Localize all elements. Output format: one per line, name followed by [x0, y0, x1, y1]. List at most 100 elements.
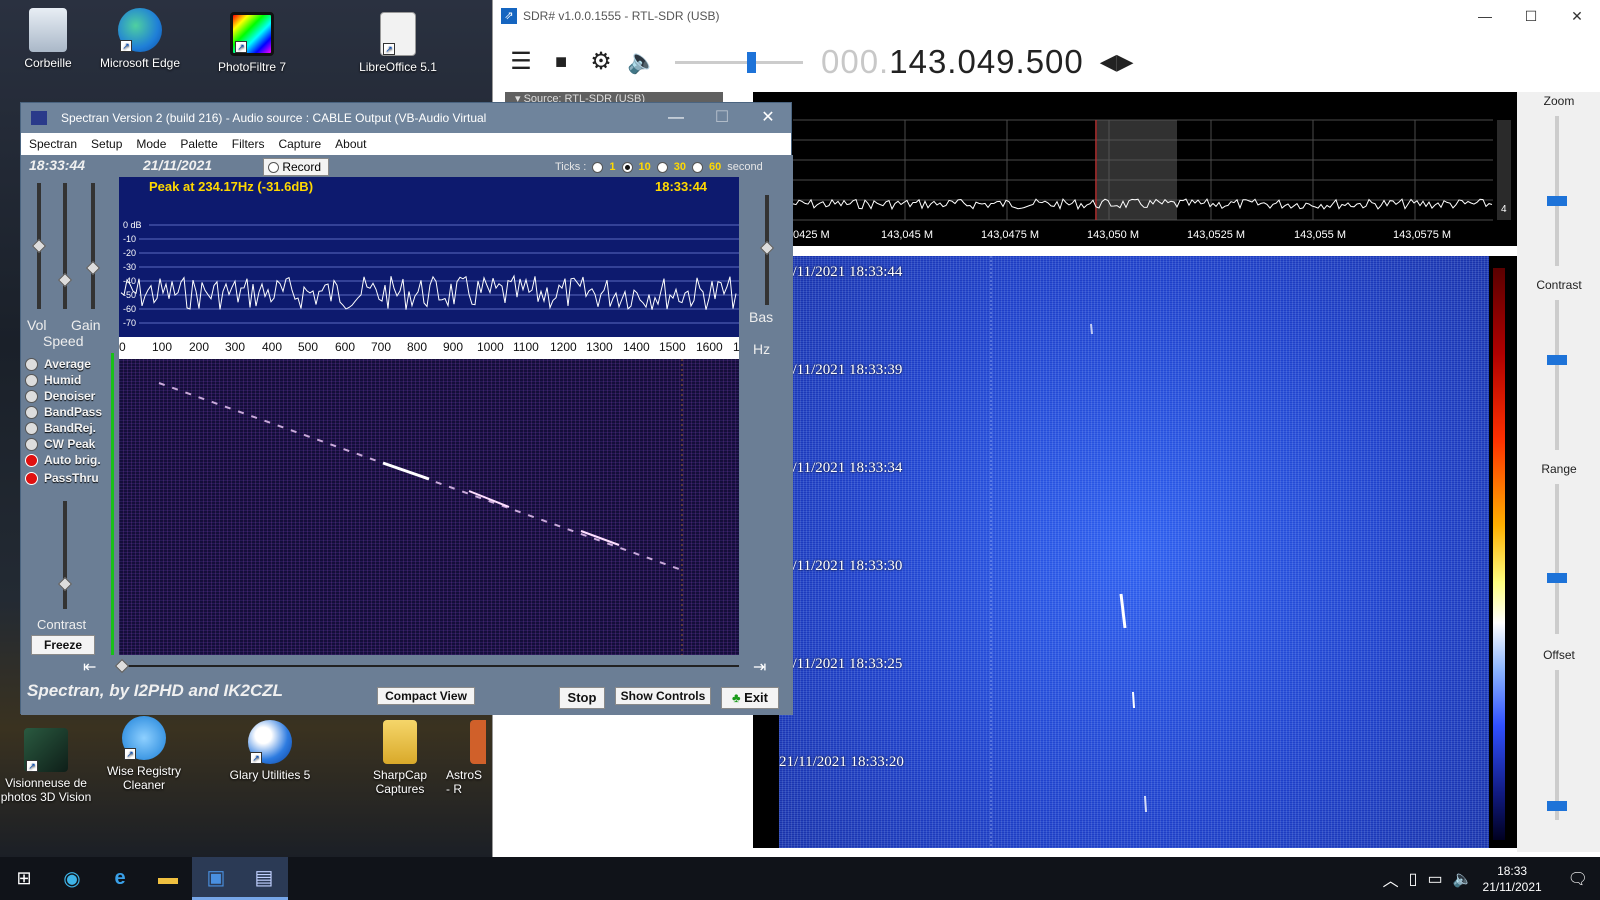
offset-slider-track[interactable] — [1555, 670, 1559, 820]
ticks-radio-30[interactable] — [656, 161, 668, 173]
minimize-button[interactable]: — — [1462, 0, 1508, 32]
speed-slider-track[interactable] — [63, 183, 67, 309]
axis-label: 0425 M — [793, 229, 830, 241]
clock[interactable]: 18:33 21/11/2021 — [1483, 863, 1542, 895]
volume-icon[interactable]: 🔈 — [1453, 869, 1473, 889]
taskbar-spectran[interactable]: ▤ — [240, 857, 288, 900]
icon-label: AstroS - R — [446, 768, 483, 796]
desktop-icon-libreoffice[interactable]: ↗ LibreOffice 5.1 — [350, 12, 446, 74]
option-denoiser[interactable]: Denoiser — [25, 389, 95, 403]
chevron-up-icon[interactable]: ︿ — [1383, 867, 1399, 891]
frequency-display[interactable]: 000.143.049.500 — [821, 43, 1084, 81]
waterfall-display[interactable]: 1/11/2021 18:33:44 1/11/2021 18:33:39 1/… — [753, 256, 1517, 848]
start-button[interactable]: ⊞ — [0, 857, 48, 900]
audio-spectrum-scope[interactable]: 0 dB -10 -20 -30 -40 -50 -60 -70 Peak at… — [119, 177, 739, 337]
gain-slider-thumb[interactable] — [85, 260, 101, 276]
zoom-slider-thumb[interactable] — [1547, 196, 1567, 206]
menu-about[interactable]: About — [335, 137, 366, 151]
range-slider-thumb[interactable] — [1547, 573, 1567, 583]
time-scroll-thumb[interactable] — [114, 658, 130, 674]
spectran-maximize-button[interactable]: ☐ — [699, 103, 745, 133]
spectran-time: 18:33:44 — [29, 157, 86, 173]
ticks-radio-60[interactable] — [692, 161, 703, 173]
waterfall-timestamp: 1/11/2021 18:33:44 — [785, 264, 903, 280]
desktop-icon-sharpcap[interactable]: SharpCap Captures — [352, 720, 448, 796]
desktop-icon-photofiltre[interactable]: ↗ PhotoFiltre 7 — [204, 12, 300, 74]
compact-view-button[interactable]: Compact View — [377, 687, 475, 705]
menu-palette[interactable]: Palette — [180, 137, 217, 151]
ticks-radio-1[interactable] — [592, 161, 604, 173]
notification-icon[interactable]: 🗨 — [1568, 869, 1588, 889]
desktop-icon-glary[interactable]: ↗ Glary Utilities 5 — [222, 720, 318, 782]
menu-filters[interactable]: Filters — [232, 137, 265, 151]
stop-button[interactable]: Stop — [559, 687, 605, 709]
gear-icon[interactable]: ⚙ — [587, 48, 615, 76]
taskbar-sdrsharp[interactable]: ▣ — [192, 857, 240, 900]
speed-slider-thumb[interactable] — [57, 272, 73, 288]
volume-slider-thumb[interactable] — [747, 52, 756, 73]
option-humid[interactable]: Humid — [25, 373, 81, 387]
ticks-radio-10[interactable] — [621, 161, 633, 173]
spectrum-analyzer[interactable]: 0425 M 143,045 M 143,0475 M 143,050 M 14… — [753, 92, 1517, 246]
option-cw-peak[interactable]: CW Peak — [25, 437, 95, 451]
contrast-slider-thumb[interactable] — [1547, 355, 1567, 365]
menu-spectran[interactable]: Spectran — [29, 137, 77, 151]
show-controls-button[interactable]: Show Controls — [615, 687, 711, 705]
db-label: -40 — [123, 276, 136, 286]
contrast-slider-track[interactable] — [1555, 300, 1559, 450]
volume-slider[interactable] — [675, 48, 803, 76]
exit-icon: ♣ — [732, 690, 741, 705]
option-average[interactable]: Average — [25, 357, 91, 371]
desktop-icon-edge[interactable]: ↗ Microsoft Edge — [92, 8, 188, 70]
desktop-icon-3d-vision[interactable]: ↗ Visionneuse de photos 3D Vision — [0, 728, 94, 804]
scroll-left-icon[interactable]: ⇤ — [83, 657, 96, 677]
exit-button[interactable]: ♣ Exit — [721, 687, 779, 709]
recycle-bin-icon — [29, 8, 67, 52]
stop-icon[interactable]: ■ — [547, 48, 575, 76]
freq-label: 800 — [407, 340, 428, 354]
zoom-slider-track[interactable] — [1555, 116, 1559, 266]
gain-slider-track[interactable] — [91, 183, 95, 309]
taskbar-internet-explorer[interactable]: e — [96, 857, 144, 900]
db-label: 0 dB — [123, 220, 142, 230]
bas-slider-thumb[interactable] — [759, 240, 775, 256]
contrast-slider-thumb[interactable] — [57, 576, 73, 592]
speaker-icon[interactable]: 🔈 — [627, 48, 657, 76]
contrast-label: Contrast — [37, 617, 87, 632]
freeze-button[interactable]: Freeze — [31, 635, 95, 655]
exit-label: Exit — [744, 690, 768, 705]
frequency-value[interactable]: 143.049.500 — [889, 43, 1084, 80]
sdr-titlebar: ⇗ SDR# v1.0.0.1555 - RTL-SDR (USB) — ☐ ✕ — [493, 0, 1600, 32]
option-passthru[interactable]: PassThru — [25, 471, 99, 485]
desktop-icon-wise-registry[interactable]: ↗ Wise Registry Cleaner — [96, 716, 192, 792]
range-slider-track[interactable] — [1555, 484, 1559, 634]
option-bandrej[interactable]: BandRej. — [25, 421, 96, 435]
option-bandpass[interactable]: BandPass — [25, 405, 102, 419]
desktop-icon-astro[interactable]: AstroS - R — [446, 720, 486, 796]
vol-slider-thumb[interactable] — [31, 238, 47, 254]
filter-bandwidth-overlay[interactable] — [1095, 120, 1177, 220]
menu-capture[interactable]: Capture — [278, 137, 321, 151]
offset-slider-thumb[interactable] — [1547, 801, 1567, 811]
spectran-minimize-button[interactable]: — — [653, 103, 699, 133]
menu-setup[interactable]: Setup — [91, 137, 122, 151]
taskbar-edge[interactable]: ◉ — [48, 857, 96, 900]
meteor-doppler-trace — [580, 530, 620, 546]
maximize-button[interactable]: ☐ — [1508, 0, 1554, 32]
time-scroll-track[interactable] — [119, 665, 739, 667]
audio-waterfall[interactable] — [119, 359, 739, 655]
scroll-right-icon[interactable]: ⇥ — [753, 657, 766, 677]
network-icon[interactable]: ▭ — [1427, 869, 1442, 889]
menu-mode[interactable]: Mode — [136, 137, 166, 151]
waterfall-timestamp: 1/11/2021 18:33:34 — [785, 460, 903, 476]
option-auto-brig[interactable]: Auto brig. — [25, 453, 101, 467]
usb-icon[interactable]: ▯ — [1409, 869, 1418, 889]
contrast-slider-track[interactable] — [63, 501, 67, 609]
close-button[interactable]: ✕ — [1554, 0, 1600, 32]
taskbar-file-explorer[interactable]: ▬ — [144, 857, 192, 900]
tuning-arrows-icon[interactable]: ◀▶ — [1100, 49, 1134, 75]
spectran-close-button[interactable]: ✕ — [745, 103, 791, 133]
hamburger-menu-icon[interactable]: ☰ — [507, 48, 535, 76]
desktop-icon-recycle-bin[interactable]: Corbeille — [0, 8, 96, 70]
record-button[interactable]: Record — [263, 158, 329, 176]
